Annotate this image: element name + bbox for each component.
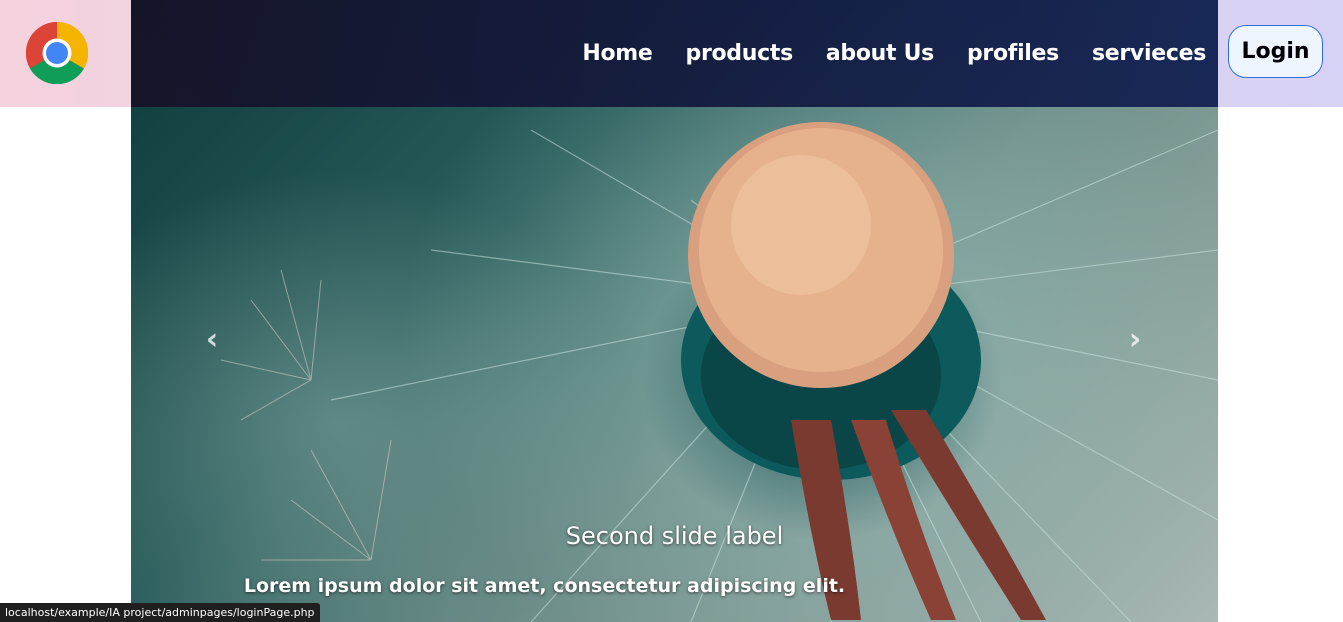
login-button[interactable]: Login: [1228, 25, 1323, 78]
status-bar-url: localhost/example/IA project/adminpages/…: [0, 603, 320, 622]
nav-link-about-us[interactable]: about Us: [826, 41, 934, 66]
nav-link-profiles[interactable]: profiles: [967, 41, 1059, 66]
nav-links: Home products about Us profiles serviece…: [582, 0, 1206, 107]
chrome-icon[interactable]: [26, 22, 88, 84]
page: Home products about Us profiles serviece…: [0, 0, 1343, 622]
chevron-left-icon[interactable]: ‹: [197, 322, 227, 357]
navbar: Home products about Us profiles serviece…: [131, 0, 1218, 107]
slide-caption-text: Lorem ipsum dolor sit amet, consectetur …: [243, 575, 846, 597]
slide-caption-title: Second slide label: [565, 522, 784, 550]
nav-link-products[interactable]: products: [686, 41, 794, 66]
chevron-right-icon[interactable]: ›: [1120, 322, 1150, 357]
slide-caption-text-wrap: Lorem ipsum dolor sit amet, consectetur …: [131, 575, 1218, 597]
nav-link-home[interactable]: Home: [582, 41, 652, 66]
nav-link-services[interactable]: servieces: [1092, 41, 1206, 66]
